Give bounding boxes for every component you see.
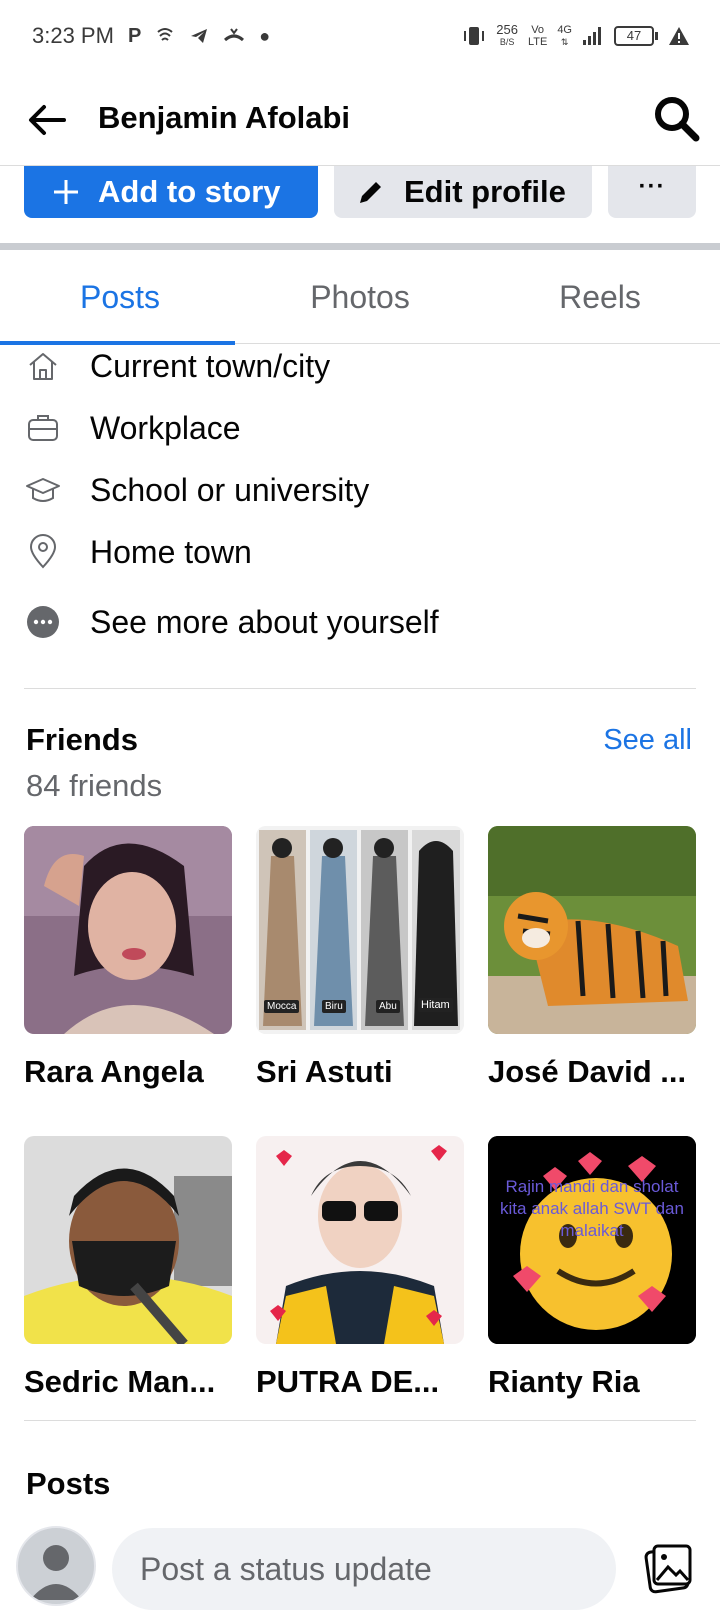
color-label-abu: Abu [376, 1000, 400, 1013]
net-speed-value: 256 [496, 22, 518, 37]
more-notifications-dot-icon: ● [259, 25, 271, 46]
about-label: See more about yourself [90, 603, 439, 640]
plus-icon [54, 180, 78, 204]
about-row-school[interactable]: School or university [0, 458, 720, 522]
notification-app-icon [157, 28, 173, 41]
friend-photo [24, 826, 232, 1034]
about-row-current-town[interactable]: Current town/city [0, 334, 720, 398]
friend-name: Rianty Ria [488, 1364, 640, 1399]
parking-app-icon: P [127, 24, 142, 47]
house-icon [24, 347, 62, 385]
friend-photo-caption: Rajin mandi dan sholat kita anak allah S… [500, 1177, 684, 1240]
section-divider [0, 243, 720, 250]
net-speed-unit: B/S [499, 37, 515, 47]
status-update-input[interactable]: Post a status update [112, 1528, 616, 1610]
network-indicator: 4G ⇅ [557, 24, 572, 48]
default-avatar-icon [30, 1545, 82, 1600]
status-placeholder: Post a status update [140, 1550, 432, 1587]
search-button[interactable] [650, 92, 702, 144]
friend-photo [24, 1136, 232, 1344]
about-row-workplace[interactable]: Workplace [0, 396, 720, 460]
friend-card[interactable]: Rajin mandi dan sholat kita anak allah S… [488, 1136, 696, 1400]
friend-photo: Rajin mandi dan sholat kita anak allah S… [488, 1136, 696, 1344]
edit-profile-label: Edit profile [404, 174, 566, 209]
more-dots-label: ··· [638, 173, 666, 200]
more-options-button[interactable]: ··· [608, 166, 696, 218]
pencil-icon [360, 182, 381, 203]
color-label-mocca: Mocca [264, 1000, 300, 1013]
about-label: Current town/city [90, 347, 331, 384]
data-arrows-icon: ⇅ [560, 37, 569, 47]
profile-tabs: Posts Photos Reels [0, 250, 720, 345]
add-photo-button[interactable] [640, 1540, 696, 1596]
posts-title: Posts [26, 1466, 111, 1501]
battery-indicator: 47 [614, 26, 658, 46]
back-button[interactable] [24, 96, 72, 144]
about-row-home-town[interactable]: Home town [0, 520, 720, 584]
net-speed: 256 B/S [496, 22, 518, 48]
color-label-hitam: Hitam [418, 998, 453, 1012]
location-pin-icon [24, 533, 62, 571]
tab-photos[interactable]: Photos [240, 250, 480, 344]
about-label: Workplace [90, 409, 241, 446]
color-label-biru: Biru [322, 1000, 346, 1013]
status-left: 3:23 PM P ● [32, 23, 270, 49]
status-time: 3:23 PM [32, 23, 114, 48]
more-dots-icon [24, 603, 62, 641]
telegram-icon [191, 29, 208, 43]
edit-profile-button[interactable]: Edit profile [334, 166, 592, 218]
add-to-story-label: Add to story [98, 174, 281, 209]
friend-photo [488, 826, 696, 1034]
divider [24, 688, 696, 689]
search-icon [655, 97, 700, 142]
friend-name: Rara Angela [24, 1054, 204, 1089]
avatar[interactable] [16, 1526, 96, 1606]
tab-reels[interactable]: Reels [480, 250, 720, 344]
see-all-friends-link[interactable]: See all [603, 724, 692, 757]
friends-title: Friends [26, 722, 138, 757]
missed-call-icon [224, 28, 245, 42]
friend-name: PUTRA DE... [256, 1364, 440, 1399]
friend-card[interactable]: Rara Angela [24, 826, 232, 1090]
battery-body: 47 [614, 26, 654, 46]
photo-gallery-icon [644, 1544, 692, 1594]
volte-indicator: Vo LTE [528, 24, 547, 48]
battery-level: 47 [626, 28, 642, 43]
alert-icon [669, 27, 689, 45]
friend-name: Sri Astuti [256, 1054, 393, 1089]
profile-actions: Add to story Edit profile ··· [0, 166, 720, 218]
network-type: 4G [557, 24, 572, 36]
graduation-cap-icon [24, 471, 62, 509]
about-row-see-more[interactable]: See more about yourself [0, 590, 720, 654]
friend-card[interactable]: Sedric Man... [24, 1136, 232, 1400]
profile-name-title: Benjamin Afolabi [98, 100, 351, 135]
friend-name: Sedric Man... [24, 1364, 216, 1399]
friend-card[interactable]: PUTRA DE... [256, 1136, 464, 1400]
about-label: School or university [90, 471, 370, 508]
status-right: 256 B/S Vo LTE 4G ⇅ 47 [462, 22, 690, 48]
battery-tip [655, 32, 658, 40]
friend-photo: Mocca Biru Abu Hitam [256, 826, 464, 1034]
about-label: Home town [90, 533, 252, 570]
add-to-story-button[interactable]: Add to story [24, 166, 318, 218]
friend-name: José David ... [488, 1054, 687, 1089]
tab-posts[interactable]: Posts [0, 250, 240, 345]
signal-icon [583, 27, 601, 45]
friend-photo [256, 1136, 464, 1344]
friend-card[interactable]: Mocca Biru Abu Hitam Sri Astuti [256, 826, 464, 1090]
volte-bottom: LTE [527, 36, 548, 48]
back-arrow-icon [29, 105, 66, 135]
vibrate-icon [464, 27, 485, 45]
friends-count: 84 friends [26, 768, 163, 803]
volte-top: Vo [531, 24, 545, 36]
status-bar: 3:23 PM P ● 256 B/S Vo LTE 4G ⇅ 47 [0, 0, 720, 72]
friend-card[interactable]: José David ... [488, 826, 696, 1090]
divider [24, 1420, 696, 1421]
briefcase-icon [24, 409, 62, 447]
app-header: Benjamin Afolabi [0, 72, 720, 166]
